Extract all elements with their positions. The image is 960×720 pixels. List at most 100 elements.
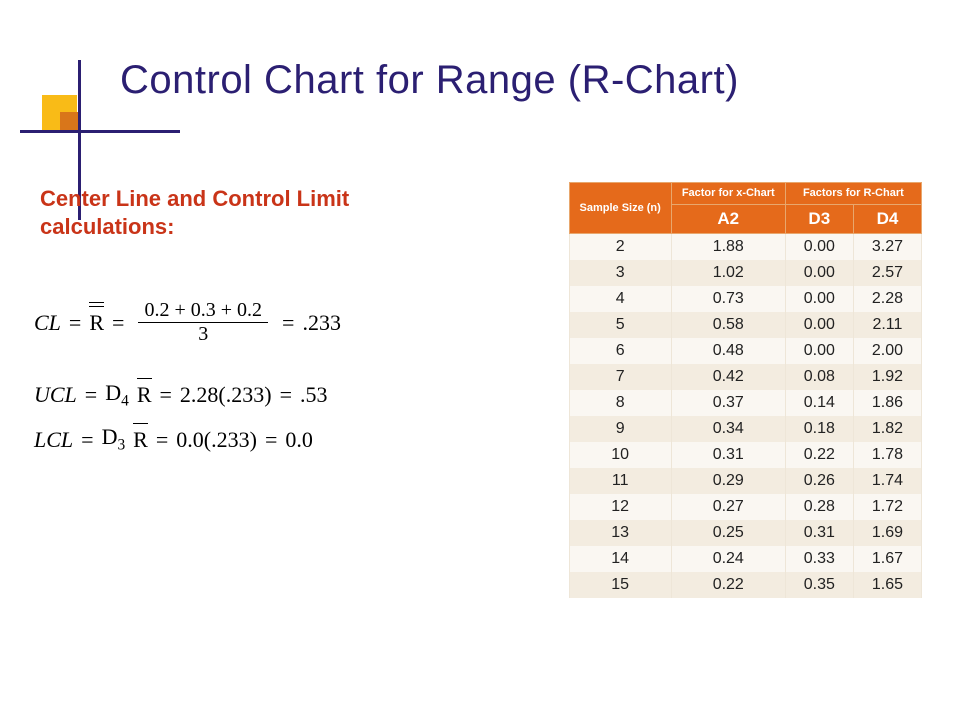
cell-d4: 1.69 (853, 520, 921, 546)
col-group-xchart: Factor for x-Chart (671, 183, 785, 205)
factors-table-body: 21.880.003.2731.020.002.5740.730.002.285… (569, 233, 921, 598)
table-row: 70.420.081.92 (569, 364, 921, 390)
table-row: 150.220.351.65 (569, 572, 921, 598)
cell-d3: 0.26 (785, 468, 853, 494)
col-d3: D3 (785, 204, 853, 233)
ucl-expression: 2.28(.233) (180, 382, 272, 408)
equals-sign: = (69, 310, 81, 336)
cell-a2: 1.88 (671, 233, 785, 260)
cell-n: 4 (569, 286, 671, 312)
ucl-result: .53 (300, 382, 328, 408)
cell-a2: 0.29 (671, 468, 785, 494)
d3-factor: D3 (102, 424, 126, 454)
cell-d4: 1.65 (853, 572, 921, 598)
table-row: 80.370.141.86 (569, 390, 921, 416)
equals-sign: = (85, 382, 97, 408)
cell-d4: 1.67 (853, 546, 921, 572)
cell-a2: 0.34 (671, 416, 785, 442)
cell-a2: 0.24 (671, 546, 785, 572)
col-group-rchart: Factors for R-Chart (785, 183, 921, 205)
cell-d3: 0.31 (785, 520, 853, 546)
equation-ucl: UCL = D4 R = 2.28(.233) = .53 (34, 380, 474, 410)
equation-cl: CL = R = 0.2 + 0.3 + 0.2 3 = .233 (34, 299, 474, 346)
cell-n: 10 (569, 442, 671, 468)
equals-sign: = (265, 427, 277, 453)
cell-n: 11 (569, 468, 671, 494)
cell-d3: 0.00 (785, 338, 853, 364)
slide: Control Chart for Range (R-Chart) Center… (0, 0, 960, 720)
cell-d4: 2.57 (853, 260, 921, 286)
cl-label: CL (34, 310, 61, 336)
cell-a2: 0.27 (671, 494, 785, 520)
d4-factor: D4 (105, 380, 129, 410)
equals-sign: = (282, 310, 294, 336)
cell-d4: 1.74 (853, 468, 921, 494)
col-d4: D4 (853, 204, 921, 233)
ucl-label: UCL (34, 382, 77, 408)
cell-d3: 0.00 (785, 233, 853, 260)
col-sample-size: Sample Size (n) (569, 183, 671, 234)
cell-d4: 3.27 (853, 233, 921, 260)
table-row: 100.310.221.78 (569, 442, 921, 468)
cl-result: .233 (302, 310, 341, 336)
cell-a2: 0.58 (671, 312, 785, 338)
cell-d3: 0.35 (785, 572, 853, 598)
section-subtitle: Center Line and Control Limit calculatio… (40, 185, 470, 240)
equals-sign: = (280, 382, 292, 408)
cl-denominator: 3 (192, 323, 214, 346)
cell-a2: 0.42 (671, 364, 785, 390)
cell-n: 9 (569, 416, 671, 442)
lcl-expression: 0.0(.233) (176, 427, 257, 453)
lcl-result: 0.0 (285, 427, 313, 453)
table-row: 40.730.002.28 (569, 286, 921, 312)
cell-a2: 0.31 (671, 442, 785, 468)
cell-a2: 1.02 (671, 260, 785, 286)
cell-n: 15 (569, 572, 671, 598)
cell-a2: 0.25 (671, 520, 785, 546)
cell-d4: 1.92 (853, 364, 921, 390)
cell-d3: 0.22 (785, 442, 853, 468)
cell-n: 13 (569, 520, 671, 546)
table-row: 90.340.181.82 (569, 416, 921, 442)
cell-d3: 0.28 (785, 494, 853, 520)
cell-n: 7 (569, 364, 671, 390)
table-row: 130.250.311.69 (569, 520, 921, 546)
table-row: 60.480.002.00 (569, 338, 921, 364)
cell-a2: 0.48 (671, 338, 785, 364)
equation-lcl: LCL = D3 R = 0.0(.233) = 0.0 (34, 424, 474, 454)
cell-a2: 0.37 (671, 390, 785, 416)
formula-block: CL = R = 0.2 + 0.3 + 0.2 3 = .233 UCL = … (34, 285, 474, 469)
cell-d4: 2.28 (853, 286, 921, 312)
cell-n: 14 (569, 546, 671, 572)
table-row: 110.290.261.74 (569, 468, 921, 494)
cell-n: 2 (569, 233, 671, 260)
cell-n: 3 (569, 260, 671, 286)
cell-d4: 1.86 (853, 390, 921, 416)
table-row: 140.240.331.67 (569, 546, 921, 572)
table-row: 120.270.281.72 (569, 494, 921, 520)
equals-sign: = (160, 382, 172, 408)
r-double-bar-symbol: R (89, 310, 104, 336)
equals-sign: = (112, 310, 124, 336)
cell-d4: 1.72 (853, 494, 921, 520)
slide-title: Control Chart for Range (R-Chart) (120, 58, 739, 103)
cell-n: 12 (569, 494, 671, 520)
cell-a2: 0.73 (671, 286, 785, 312)
equals-sign: = (156, 427, 168, 453)
cell-d3: 0.00 (785, 312, 853, 338)
col-a2: A2 (671, 204, 785, 233)
cell-d3: 0.33 (785, 546, 853, 572)
cl-numerator: 0.2 + 0.3 + 0.2 (138, 299, 268, 322)
cell-n: 8 (569, 390, 671, 416)
equals-sign: = (81, 427, 93, 453)
cell-d4: 1.82 (853, 416, 921, 442)
cell-d3: 0.14 (785, 390, 853, 416)
cell-a2: 0.22 (671, 572, 785, 598)
r-bar-symbol: R (137, 382, 152, 408)
table-row: 21.880.003.27 (569, 233, 921, 260)
lcl-label: LCL (34, 427, 73, 453)
cell-d4: 2.11 (853, 312, 921, 338)
factors-table: Sample Size (n) Factor for x-Chart Facto… (569, 182, 922, 598)
corner-decoration (20, 60, 110, 150)
table-row: 31.020.002.57 (569, 260, 921, 286)
